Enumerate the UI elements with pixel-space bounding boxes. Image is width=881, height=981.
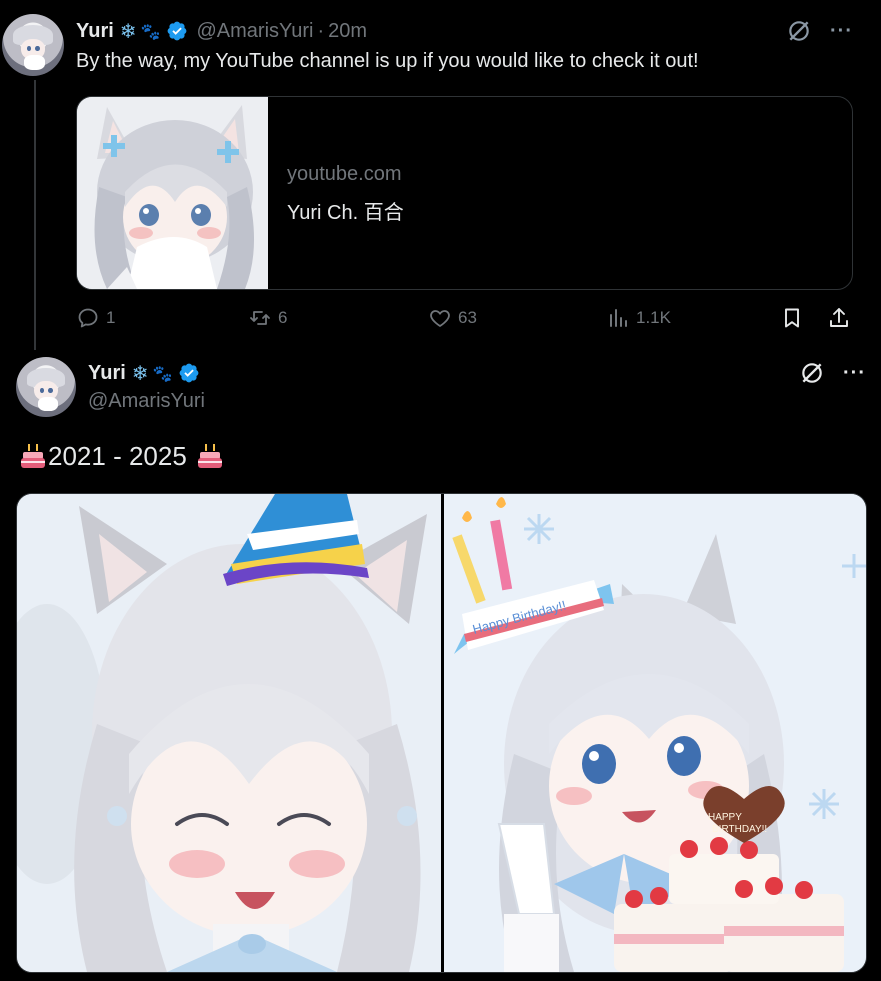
views-button[interactable]: 1.1K bbox=[606, 306, 671, 330]
timeline: Yuri ❄ 🐾 @AmarisYuri · 20m ··· By the wa… bbox=[0, 0, 881, 981]
link-card-title: Yuri Ch. 百合 bbox=[287, 202, 404, 224]
like-count: 63 bbox=[458, 308, 477, 327]
share-icon bbox=[830, 308, 848, 327]
tweet-header: Yuri ❄ 🐾 @AmarisYuri · 20m bbox=[76, 16, 367, 46]
grok-icon[interactable] bbox=[799, 360, 825, 386]
tweet-top-actions: ··· bbox=[786, 18, 853, 44]
separator-dot: · bbox=[317, 19, 325, 42]
verified-badge-icon[interactable] bbox=[178, 362, 200, 384]
repost-icon bbox=[250, 311, 270, 325]
link-card-thumbnail bbox=[77, 97, 268, 289]
tweet-header: Yuri ❄ 🐾 bbox=[88, 358, 200, 388]
more-options-icon[interactable]: ··· bbox=[843, 362, 866, 385]
media-image-2[interactable]: Happy Birthday!! HAPPY BIRTHDAY!! bbox=[444, 494, 866, 972]
repost-button[interactable]: 6 bbox=[248, 306, 287, 330]
tweet-text: 2021 - 2025 bbox=[48, 441, 187, 471]
snowflake-emoji-icon: ❄ bbox=[131, 361, 149, 385]
bookmark-icon bbox=[785, 308, 799, 328]
avatar[interactable] bbox=[16, 357, 76, 417]
tweet-top-actions: ··· bbox=[799, 360, 866, 386]
display-name[interactable]: Yuri bbox=[76, 20, 114, 43]
cake-plaque-text: HAPPY bbox=[708, 812, 742, 823]
reply-count: 1 bbox=[106, 308, 116, 327]
tweet-text-row: 2021 - 2025 bbox=[18, 441, 225, 472]
reply-button[interactable]: 1 bbox=[76, 306, 115, 330]
share-button[interactable] bbox=[827, 306, 851, 330]
tweet-text: By the way, my YouTube channel is up if … bbox=[76, 50, 699, 72]
handle[interactable]: @AmarisYuri bbox=[88, 390, 205, 413]
heart-icon bbox=[430, 310, 450, 327]
bookmark-button[interactable] bbox=[780, 306, 804, 330]
birthday-cake-emoji-icon bbox=[21, 443, 45, 468]
birthday-cake-emoji-icon bbox=[197, 443, 222, 468]
view-count: 1.1K bbox=[636, 308, 671, 327]
grok-icon[interactable] bbox=[786, 18, 812, 44]
cake-plaque-text-2: BIRTHDAY!! bbox=[712, 824, 767, 835]
display-name[interactable]: Yuri bbox=[88, 362, 126, 385]
analytics-icon bbox=[610, 309, 627, 327]
handle[interactable]: @AmarisYuri bbox=[196, 20, 313, 43]
media-grid: Happy Birthday!! HAPPY BIRTHDAY!! bbox=[16, 493, 867, 973]
repost-count: 6 bbox=[278, 308, 288, 327]
reply-icon bbox=[78, 308, 98, 328]
like-button[interactable]: 63 bbox=[428, 306, 477, 330]
tweet-action-bar: 1 6 63 1.1K bbox=[76, 306, 856, 340]
verified-badge-icon[interactable] bbox=[166, 20, 188, 42]
avatar[interactable] bbox=[2, 14, 64, 76]
thread-connector-line bbox=[34, 80, 36, 350]
link-card-domain: youtube.com bbox=[287, 163, 402, 185]
paw-emoji-icon: 🐾 bbox=[152, 363, 173, 383]
tweet-reply[interactable]: Yuri ❄ 🐾 @AmarisYuri · 20m ··· By the wa… bbox=[0, 0, 881, 350]
link-card-info: youtube.com Yuri Ch. 百合 bbox=[287, 163, 404, 225]
snowflake-emoji-icon: ❄ bbox=[119, 19, 137, 43]
more-options-icon[interactable]: ··· bbox=[830, 20, 853, 43]
link-card[interactable]: youtube.com Yuri Ch. 百合 bbox=[76, 96, 853, 290]
timestamp[interactable]: 20m bbox=[328, 20, 367, 43]
media-image-1[interactable] bbox=[17, 494, 441, 972]
paw-emoji-icon: 🐾 bbox=[140, 21, 161, 41]
